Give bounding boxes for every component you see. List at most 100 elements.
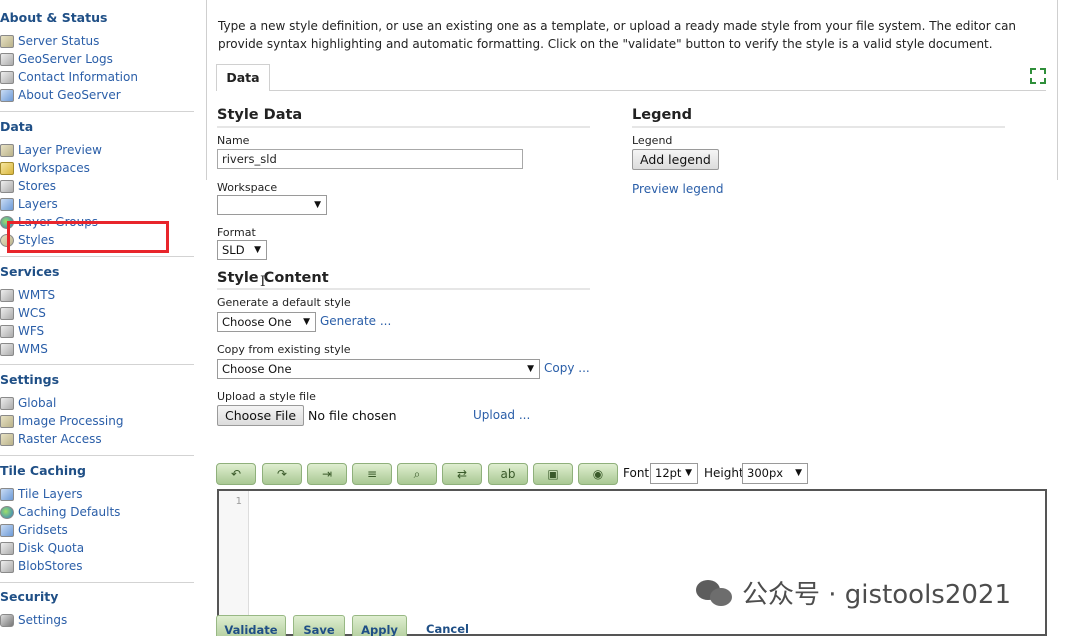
sidebar-item-label: Contact Information bbox=[18, 70, 138, 84]
sidebar-item-label: Global bbox=[18, 396, 57, 410]
blobstore-icon bbox=[0, 559, 14, 573]
sidebar-item-workspaces[interactable]: Workspaces bbox=[0, 159, 90, 177]
sidebar-item-about-geoserver[interactable]: About GeoServer bbox=[0, 86, 121, 104]
style-data-heading: Style Data bbox=[217, 107, 303, 123]
section-title-services: Services bbox=[0, 264, 60, 279]
raster-access-icon bbox=[0, 432, 14, 446]
upload-link[interactable]: Upload ... bbox=[473, 408, 530, 422]
intro-text: Type a new style definition, or use an e… bbox=[218, 19, 1017, 51]
sidebar-item-wmts[interactable]: WMTS bbox=[0, 286, 55, 304]
layers-icon bbox=[0, 197, 14, 211]
validate-button[interactable]: Validate bbox=[216, 615, 286, 636]
sidebar-item-server-status[interactable]: Server Status bbox=[0, 32, 99, 50]
sidebar-item-raster-access[interactable]: Raster Access bbox=[0, 430, 102, 448]
sidebar-item-wfs[interactable]: WFS bbox=[0, 322, 44, 340]
sidebar-item-label: Disk Quota bbox=[18, 541, 85, 555]
sidebar-item-label: Gridsets bbox=[18, 523, 68, 537]
info-icon bbox=[0, 88, 14, 102]
save-button[interactable]: Save bbox=[293, 615, 345, 636]
sidebar-item-blobstores[interactable]: BlobStores bbox=[0, 557, 83, 575]
dropdown-arrow-icon: ▼ bbox=[527, 364, 534, 374]
add-legend-button[interactable]: Add legend bbox=[632, 149, 719, 170]
sidebar-item-label: WFS bbox=[18, 324, 45, 338]
search-icon[interactable]: ⌕ bbox=[397, 463, 437, 485]
tile-layers-icon bbox=[0, 487, 14, 501]
sidebar-item-contact-information[interactable]: Contact Information bbox=[0, 68, 138, 86]
format-select[interactable]: SLD ▼ bbox=[217, 240, 267, 260]
copy-link[interactable]: Copy ... bbox=[544, 361, 590, 375]
generate-link[interactable]: Generate ... bbox=[320, 314, 391, 328]
watermark-text: 公众号 · gistools2021 bbox=[742, 580, 1012, 610]
generate-style-value: Choose One bbox=[222, 315, 292, 329]
apply-button[interactable]: Apply bbox=[352, 615, 407, 636]
dropdown-arrow-icon: ▼ bbox=[314, 200, 321, 210]
font-size-value: 12pt bbox=[655, 466, 682, 480]
choose-file-button[interactable]: Choose File bbox=[217, 405, 305, 426]
service-icon bbox=[0, 324, 14, 338]
reformat-icon[interactable]: ≡ bbox=[352, 463, 392, 485]
sidebar-item-label: WMTS bbox=[18, 288, 56, 302]
dropdown-arrow-icon: ▼ bbox=[795, 468, 802, 478]
sidebar-item-label: Image Processing bbox=[18, 414, 124, 428]
editor-height-select[interactable]: 300px ▼ bbox=[742, 463, 808, 484]
contact-icon bbox=[0, 70, 14, 84]
copy-style-select[interactable]: Choose One ▼ bbox=[217, 359, 540, 379]
section-divider bbox=[0, 455, 194, 456]
sidebar-item-wms[interactable]: WMS bbox=[0, 340, 48, 358]
sidebar-item-image-processing[interactable]: Image Processing bbox=[0, 412, 123, 430]
sidebar-item-label: BlobStores bbox=[18, 559, 83, 573]
global-settings-icon bbox=[0, 396, 14, 410]
sidebar-item-label: Raster Access bbox=[18, 432, 102, 446]
sidebar-item-geoserver-logs[interactable]: GeoServer Logs bbox=[0, 50, 113, 68]
redo-icon[interactable]: ↷ bbox=[262, 463, 302, 485]
legend-heading: Legend bbox=[632, 107, 692, 123]
styles-highlight-box bbox=[7, 221, 169, 253]
font-size-select[interactable]: 12pt ▼ bbox=[650, 463, 698, 484]
sidebar-item-gridsets[interactable]: Gridsets bbox=[0, 521, 68, 539]
section-divider bbox=[0, 111, 194, 112]
section-title-data: Data bbox=[0, 119, 34, 134]
section-divider bbox=[0, 582, 194, 583]
format-icon[interactable]: ab bbox=[488, 463, 528, 485]
watermark: 公众号 · gistools2021 bbox=[696, 574, 1011, 611]
section-title-security: Security bbox=[0, 589, 59, 604]
editor-height-value: 300px bbox=[747, 466, 784, 480]
sidebar-item-layers[interactable]: Layers bbox=[0, 195, 58, 213]
name-field[interactable]: rivers_sld bbox=[217, 149, 523, 169]
sidebar-item-caching-defaults[interactable]: Caching Defaults bbox=[0, 503, 120, 521]
style-editor[interactable]: 1 bbox=[217, 489, 1047, 636]
logs-icon bbox=[0, 52, 14, 66]
folder-icon bbox=[0, 161, 14, 175]
sidebar-item-global[interactable]: Global bbox=[0, 394, 56, 412]
sidebar-item-label: Layers bbox=[18, 197, 58, 211]
cancel-link[interactable]: Cancel bbox=[426, 622, 469, 636]
font-label: Font bbox=[623, 466, 650, 480]
color-picker-icon[interactable]: ◉ bbox=[578, 463, 618, 485]
expand-icon[interactable] bbox=[1030, 68, 1046, 84]
sidebar: About & Status Server Status GeoServer L… bbox=[0, 0, 196, 636]
sidebar-item-tile-layers[interactable]: Tile Layers bbox=[0, 485, 83, 503]
sidebar-item-label: WMS bbox=[18, 342, 48, 356]
grid-icon bbox=[0, 523, 14, 537]
sidebar-item-stores[interactable]: Stores bbox=[0, 177, 56, 195]
sidebar-item-label: GeoServer Logs bbox=[18, 52, 113, 66]
generate-style-select[interactable]: Choose One ▼ bbox=[217, 312, 316, 332]
sidebar-item-wcs[interactable]: WCS bbox=[0, 304, 46, 322]
image-icon[interactable]: ▣ bbox=[533, 463, 573, 485]
replace-icon[interactable]: ⇄ bbox=[442, 463, 482, 485]
undo-icon[interactable]: ↶ bbox=[216, 463, 256, 485]
tab-data[interactable]: Data bbox=[216, 64, 270, 91]
sidebar-item-security-settings[interactable]: Settings bbox=[0, 611, 67, 629]
upload-label: Upload a style file bbox=[217, 390, 316, 403]
sidebar-item-disk-quota[interactable]: Disk Quota bbox=[0, 539, 84, 557]
workspace-select[interactable]: ▼ bbox=[217, 195, 327, 215]
height-label: Height bbox=[704, 466, 744, 480]
section-divider bbox=[0, 364, 194, 365]
goto-line-icon[interactable]: ⇥ bbox=[307, 463, 347, 485]
sidebar-item-layer-preview[interactable]: Layer Preview bbox=[0, 141, 102, 159]
sidebar-item-label: Caching Defaults bbox=[18, 505, 121, 519]
sidebar-item-label: Workspaces bbox=[18, 161, 90, 175]
preview-legend-link[interactable]: Preview legend bbox=[632, 182, 723, 196]
generate-label: Generate a default style bbox=[217, 296, 351, 309]
name-label: Name bbox=[217, 134, 250, 147]
